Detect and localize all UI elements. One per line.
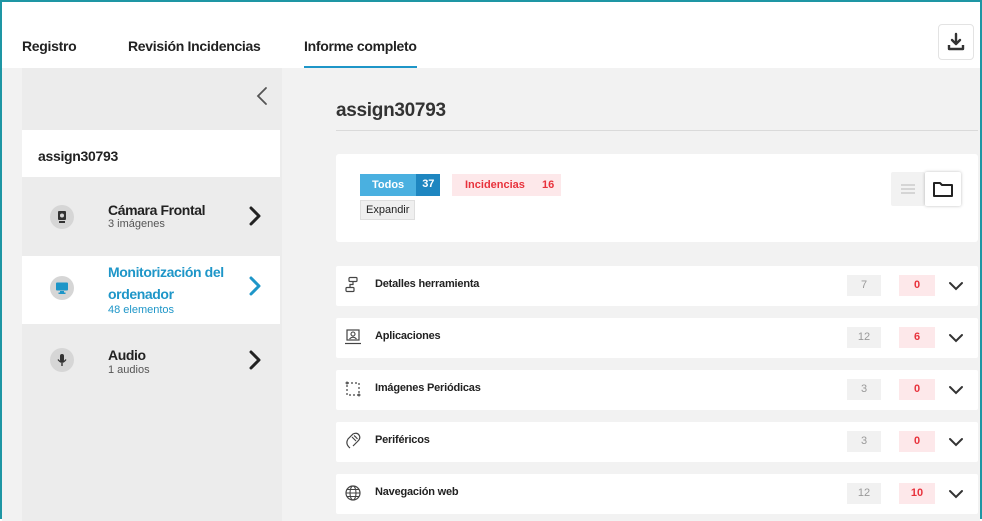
chevron-right-icon[interactable] <box>248 206 262 226</box>
category-row-aplicaciones[interactable]: Aplicaciones 12 6 <box>336 318 978 358</box>
row-label: Periféricos <box>375 434 430 446</box>
row-label: Aplicaciones <box>375 330 441 342</box>
chevron-down-icon[interactable] <box>948 279 964 293</box>
tool-details-icon <box>345 276 358 293</box>
sidebar-item-audio[interactable]: Audio 1 audios <box>22 330 280 390</box>
filter-all-label: Todos <box>360 174 417 196</box>
sidebar-item-title: Cámara Frontal <box>108 202 206 218</box>
chevron-down-icon[interactable] <box>948 435 964 449</box>
list-view-button[interactable] <box>891 172 925 206</box>
sidebar-item-subtitle: 3 imágenes <box>108 218 165 230</box>
tab-informe-completo[interactable]: Informe completo <box>304 38 417 69</box>
page-title: assign30793 <box>336 100 446 121</box>
divider <box>336 130 978 131</box>
peripherals-icon <box>346 432 361 449</box>
filter-incidents-label: Incidencias <box>465 179 525 191</box>
sidebar-item-subtitle: 1 audios <box>108 364 150 376</box>
sidebar-item-title-line2: ordenador <box>108 286 174 302</box>
chevron-left-icon <box>256 87 267 105</box>
sidebar-item-monitorizacion[interactable]: Monitorización del ordenador 48 elemento… <box>22 256 280 324</box>
chevron-right-icon[interactable] <box>248 350 262 370</box>
row-incident-count: 6 <box>899 327 935 348</box>
app-frame: Registro Revisión Incidencias Informe co… <box>0 0 982 521</box>
globe-icon <box>345 485 361 501</box>
microphone-icon <box>50 348 74 372</box>
filter-incidents-button[interactable]: Incidencias 16 <box>452 174 561 196</box>
row-total-count: 3 <box>847 379 881 400</box>
filter-all-button[interactable]: Todos 37 <box>360 174 441 196</box>
main-area: assign30793 Cámara Frontal 3 imágenes Mo… <box>2 68 980 521</box>
category-row-navegacion-web[interactable]: Navegación web 12 10 <box>336 474 978 514</box>
row-incident-count: 0 <box>899 379 935 400</box>
applications-icon <box>345 329 361 345</box>
filter-incidents-count: 16 <box>542 179 555 191</box>
category-row-imagenes-periodicas[interactable]: Imágenes Periódicas 3 0 <box>336 370 978 410</box>
row-total-count: 12 <box>847 483 881 504</box>
download-icon <box>947 32 965 51</box>
row-incident-count: 0 <box>899 275 935 296</box>
row-label: Imágenes Periódicas <box>375 382 481 394</box>
filter-all-count: 37 <box>416 174 441 196</box>
row-total-count: 7 <box>847 275 881 296</box>
periodic-images-icon <box>345 381 361 397</box>
row-incident-count: 10 <box>899 483 935 504</box>
filter-card: Todos 37 Incidencias 16 Expandir <box>336 154 978 242</box>
category-row-perifericos[interactable]: Periféricos 3 0 <box>336 422 978 462</box>
webcam-icon <box>50 205 74 229</box>
top-bar: Registro Revisión Incidencias Informe co… <box>2 2 980 69</box>
sidebar-item-title: Audio <box>108 347 146 363</box>
sidebar: assign30793 Cámara Frontal 3 imágenes Mo… <box>22 68 282 521</box>
category-row-detalles-herramienta[interactable]: Detalles herramienta 7 0 <box>336 266 978 306</box>
row-label: Navegación web <box>375 486 459 498</box>
expand-button[interactable]: Expandir <box>360 200 416 220</box>
tab-revision-incidencias[interactable]: Revisión Incidencias <box>128 38 261 54</box>
download-button[interactable] <box>938 24 974 60</box>
sidebar-item-subtitle: 48 elementos <box>108 304 175 316</box>
list-icon <box>901 184 915 194</box>
folder-icon <box>933 182 953 197</box>
sidebar-item-camara-frontal[interactable]: Cámara Frontal 3 imágenes <box>22 180 280 252</box>
chevron-down-icon[interactable] <box>948 331 964 345</box>
row-incident-count: 0 <box>899 431 935 452</box>
tab-registro[interactable]: Registro <box>22 38 77 54</box>
assign-id: assign30793 <box>22 130 280 177</box>
chevron-right-icon[interactable] <box>248 276 262 296</box>
folder-view-button[interactable] <box>925 172 961 206</box>
monitor-icon <box>50 276 74 300</box>
row-label: Detalles herramienta <box>375 278 480 290</box>
chevron-down-icon[interactable] <box>948 487 964 501</box>
row-total-count: 12 <box>847 327 881 348</box>
row-total-count: 3 <box>847 431 881 452</box>
chevron-down-icon[interactable] <box>948 383 964 397</box>
sidebar-item-title-line1: Monitorización del <box>108 264 224 280</box>
collapse-sidebar-button[interactable] <box>252 84 272 108</box>
